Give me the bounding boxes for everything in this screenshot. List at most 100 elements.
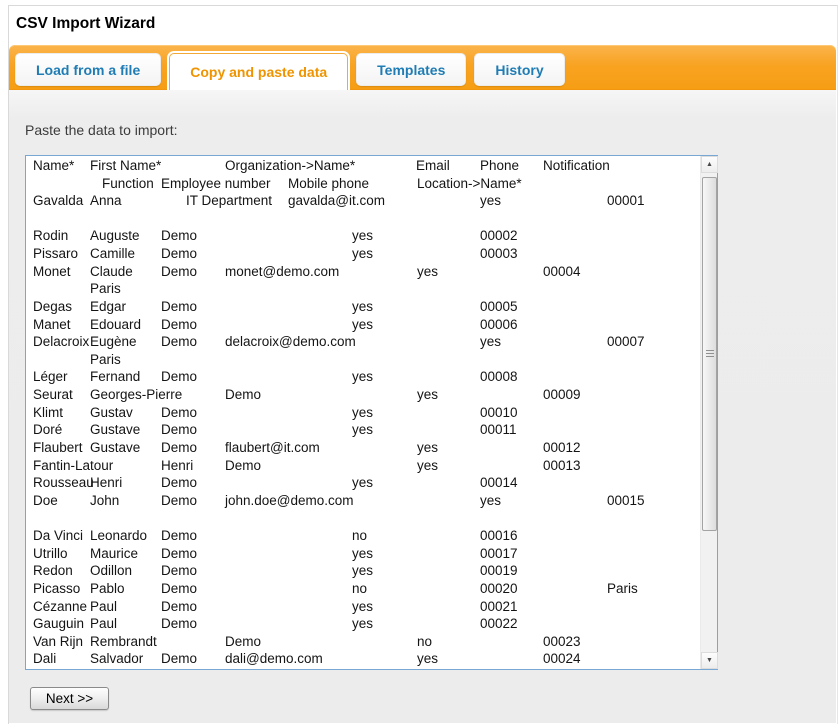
scroll-down-button[interactable]: ▼	[701, 652, 718, 669]
csv-line: RousseauHenriDemoyes00014	[26, 474, 700, 492]
csv-cell: Klimt	[33, 404, 63, 421]
csv-cell: 00005	[480, 298, 518, 315]
csv-cell: Doe	[33, 492, 58, 509]
csv-cell: no	[417, 633, 432, 650]
csv-cell: Fernand	[90, 368, 140, 385]
csv-line: SeuratGeorges-PierreDemoyes00009	[26, 386, 700, 404]
paste-data-label: Paste the data to import:	[25, 122, 178, 138]
tab-bar: Load from a file Copy and paste data Tem…	[9, 45, 836, 90]
csv-cell: yes	[352, 298, 373, 315]
csv-cell: delacroix@demo.com	[225, 333, 356, 350]
csv-cell: Paul	[90, 615, 117, 632]
csv-cell: monet@demo.com	[225, 263, 339, 280]
csv-cell: Name*	[33, 157, 74, 174]
csv-cell: Demo	[161, 263, 197, 280]
csv-cell: Seurat	[33, 386, 73, 403]
paste-data-textarea[interactable]: Name* First Name* Organization->Name* Email…	[25, 155, 718, 670]
tab-label: Load from a file	[36, 62, 140, 78]
csv-cell: yes	[352, 545, 373, 562]
csv-cell: yes	[417, 386, 438, 403]
csv-cell: 00019	[480, 562, 518, 579]
csv-line: ManetEdouardDemoyes00006	[26, 316, 700, 334]
csv-cell: Gustave	[90, 439, 140, 456]
csv-line: UtrilloMauriceDemoyes00017	[26, 545, 700, 563]
csv-cell: 00023	[543, 633, 581, 650]
csv-cell: yes	[417, 439, 438, 456]
csv-line: Paris	[26, 351, 700, 369]
csv-cell: Rousseau	[33, 474, 94, 491]
tab-copy-and-paste-data[interactable]: Copy and paste data	[169, 53, 348, 90]
csv-cell: 00010	[480, 404, 518, 421]
next-button[interactable]: Next >>	[30, 687, 109, 710]
csv-line: DoeJohnDemojohn.doe@demo.comyes00015	[26, 492, 700, 510]
csv-cell: Demo	[161, 474, 197, 491]
tab-load-from-a-file[interactable]: Load from a file	[15, 53, 161, 86]
csv-cell: yes	[352, 421, 373, 438]
csv-line: KlimtGustavDemoyes00010	[26, 404, 700, 422]
csv-cell: Demo	[225, 633, 261, 650]
csv-cell: Van Rijn	[33, 633, 83, 650]
csv-line: GauguinPaulDemoyes00022	[26, 615, 700, 633]
csv-cell: no	[352, 527, 367, 544]
csv-cell: 00013	[543, 457, 581, 474]
csv-cell: Demo	[161, 615, 197, 632]
csv-cell: yes	[480, 192, 501, 209]
csv-cell: First Name*	[90, 157, 161, 174]
csv-cell: Maurice	[90, 545, 138, 562]
csv-cell: Demo	[161, 545, 197, 562]
csv-cell: Demo	[161, 439, 197, 456]
csv-cell: yes	[352, 598, 373, 615]
csv-cell: Organization->Name*	[225, 157, 355, 174]
csv-cell: Location->Name*	[417, 175, 522, 192]
csv-cell: Email	[416, 157, 450, 174]
csv-cell: Demo	[161, 421, 197, 438]
csv-cell: Demo	[161, 527, 197, 544]
csv-line: RedonOdillonDemoyes00019	[26, 562, 700, 580]
csv-line: PissaroCamilleDemoyes00003	[26, 245, 700, 263]
csv-cell: Manet	[33, 316, 71, 333]
csv-line: DaliSalvadorDemodali@demo.comyes00024	[26, 650, 700, 668]
csv-cell: Edouard	[90, 316, 141, 333]
scroll-up-button[interactable]: ▲	[701, 156, 718, 173]
csv-line: RodinAugusteDemoyes00002	[26, 227, 700, 245]
csv-cell: Paris	[607, 580, 638, 597]
tab-history[interactable]: History	[474, 53, 564, 86]
tab-label: History	[495, 62, 543, 78]
csv-cell: Demo	[161, 404, 197, 421]
tab-label: Templates	[377, 62, 445, 78]
tab-templates[interactable]: Templates	[356, 53, 466, 86]
textarea-scrollbar[interactable]: ▲ ▼	[700, 156, 717, 669]
csv-line: MonetClaudeDemomonet@demo.comyes00004	[26, 263, 700, 281]
csv-cell: yes	[480, 492, 501, 509]
csv-cell: Paul	[90, 598, 117, 615]
scroll-grip-icon	[706, 350, 714, 358]
csv-cell: IT Department	[186, 192, 272, 209]
csv-cell: Edgar	[90, 298, 126, 315]
csv-cell: Phone	[480, 157, 519, 174]
csv-cell: Pablo	[90, 580, 125, 597]
csv-cell: Da Vinci	[33, 527, 83, 544]
csv-cell: Henri	[161, 457, 193, 474]
csv-cell: 00014	[480, 474, 518, 491]
csv-cell: Anna	[90, 192, 122, 209]
csv-cell: Gustave	[90, 421, 140, 438]
csv-cell: Gustav	[90, 404, 133, 421]
csv-cell: 00006	[480, 316, 518, 333]
csv-cell: gavalda@it.com	[288, 192, 385, 209]
csv-cell: Demo	[161, 298, 197, 315]
csv-cell: 00003	[480, 245, 518, 262]
scroll-thumb[interactable]	[702, 177, 717, 531]
csv-cell: yes	[352, 227, 373, 244]
csv-cell: 00021	[480, 598, 518, 615]
csv-cell: yes	[417, 650, 438, 667]
csv-cell: 00001	[607, 192, 645, 209]
csv-cell: 00008	[480, 368, 518, 385]
csv-cell: Gavalda	[33, 192, 83, 209]
csv-cell: dali@demo.com	[225, 650, 323, 667]
csv-cell: 00007	[607, 333, 645, 350]
csv-cell: 00020	[480, 580, 518, 597]
csv-cell: Demo	[161, 227, 197, 244]
scroll-up-icon: ▲	[706, 161, 713, 168]
csv-cell: Henri	[90, 474, 122, 491]
csv-cell: Function	[102, 175, 154, 192]
